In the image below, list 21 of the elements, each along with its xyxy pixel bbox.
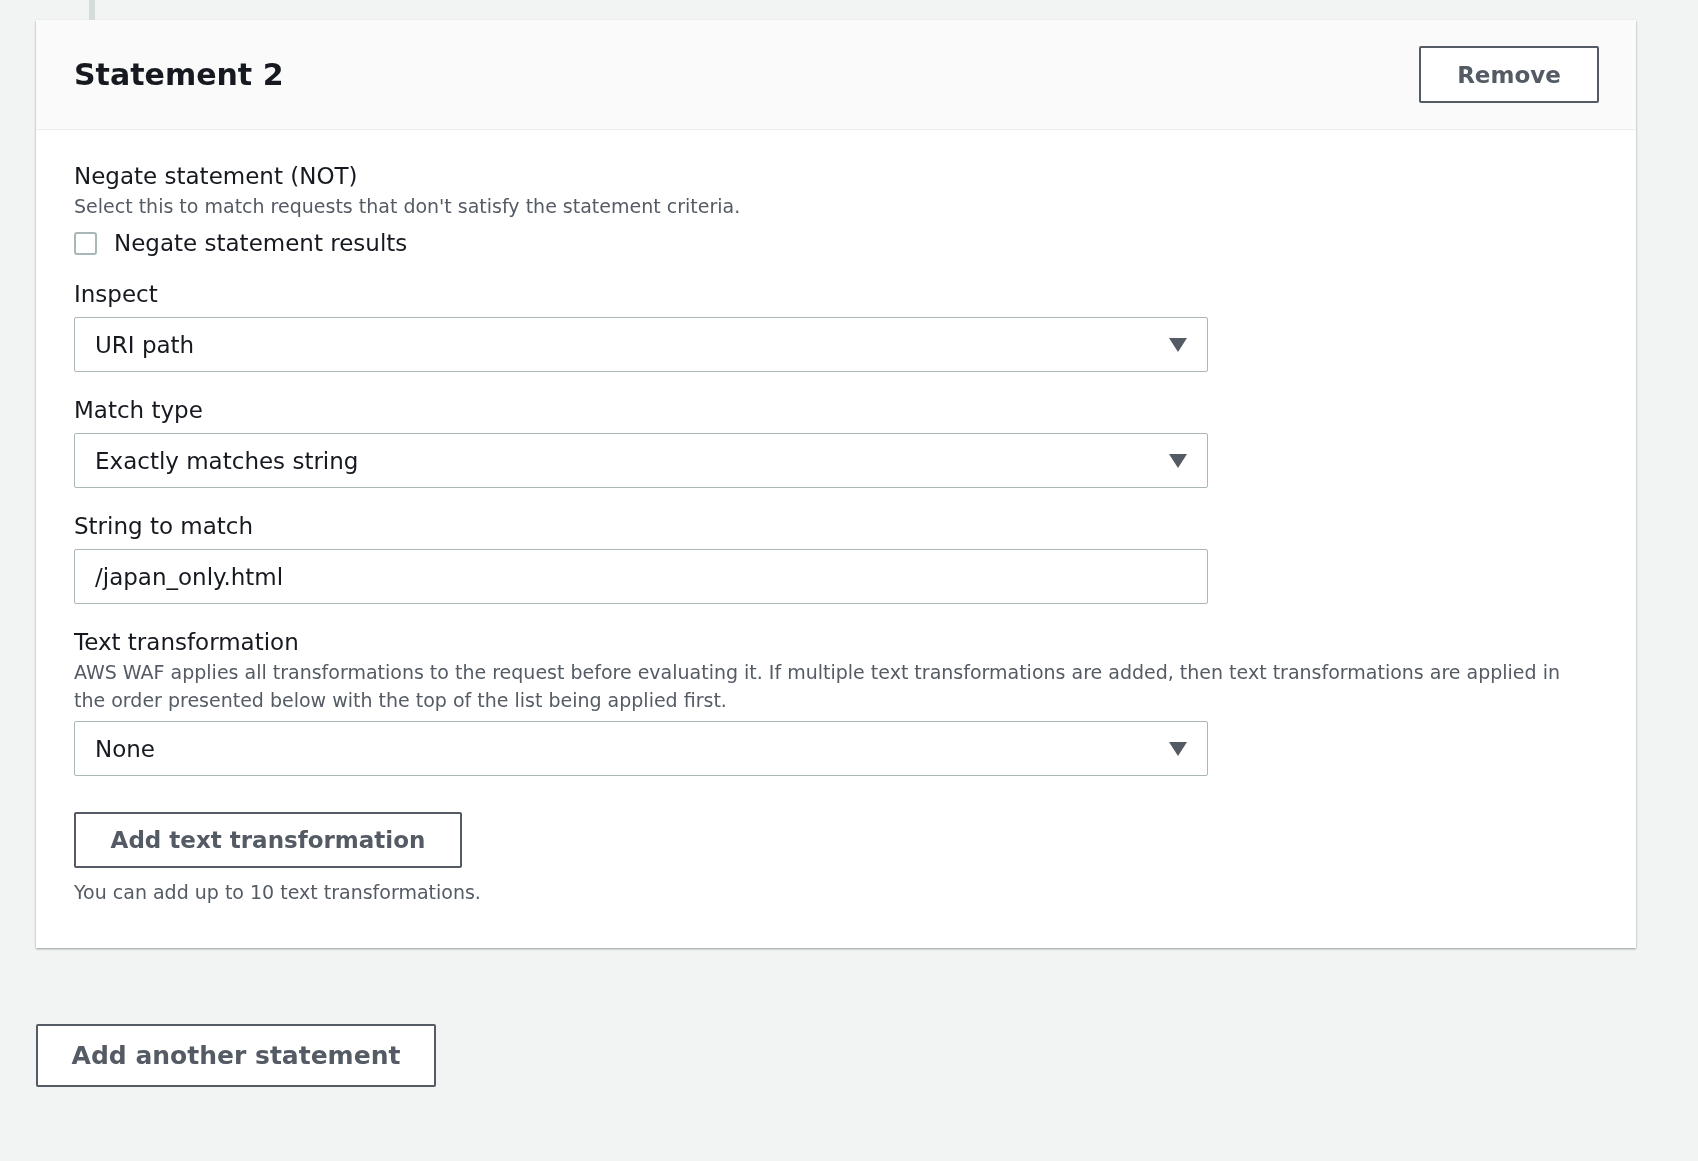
add-another-statement-button[interactable]: Add another statement [36,1024,436,1087]
field-label: Negate statement (NOT) [74,162,359,191]
select-dropdown[interactable]: URI path [74,317,1208,372]
remove-button[interactable]: Remove [1419,46,1599,103]
statement-title: Statement 2 [74,57,284,92]
field-label: String to match [74,512,255,541]
field-description: Select this to match requests that don't satisfy the statement criteria. [74,194,742,219]
hint-text: You can add up to 10 text transformations. [74,880,482,905]
select-dropdown[interactable]: Exactly matches string [74,433,1208,488]
checkbox[interactable] [74,231,97,255]
caret-icon [1169,337,1187,352]
checkbox-label: Negate statement results [114,230,408,256]
caret-icon [1169,453,1187,468]
select-dropdown[interactable]: None [74,721,1208,776]
caret-icon [1169,741,1187,756]
field-label: Match type [74,396,204,425]
field-label: Text transformation [74,628,300,657]
field-label: Inspect [74,280,159,309]
add-text-transformation-button[interactable]: Add text transformation [74,812,462,868]
field-description: AWS WAF applies all transformations to the request before evaluating it. If multiple text transformations are added, then text transformations are applied in the order presented below with the top of the list being applied first. [74,660,1561,713]
input-field[interactable]: /japan_only.html [74,549,1208,604]
